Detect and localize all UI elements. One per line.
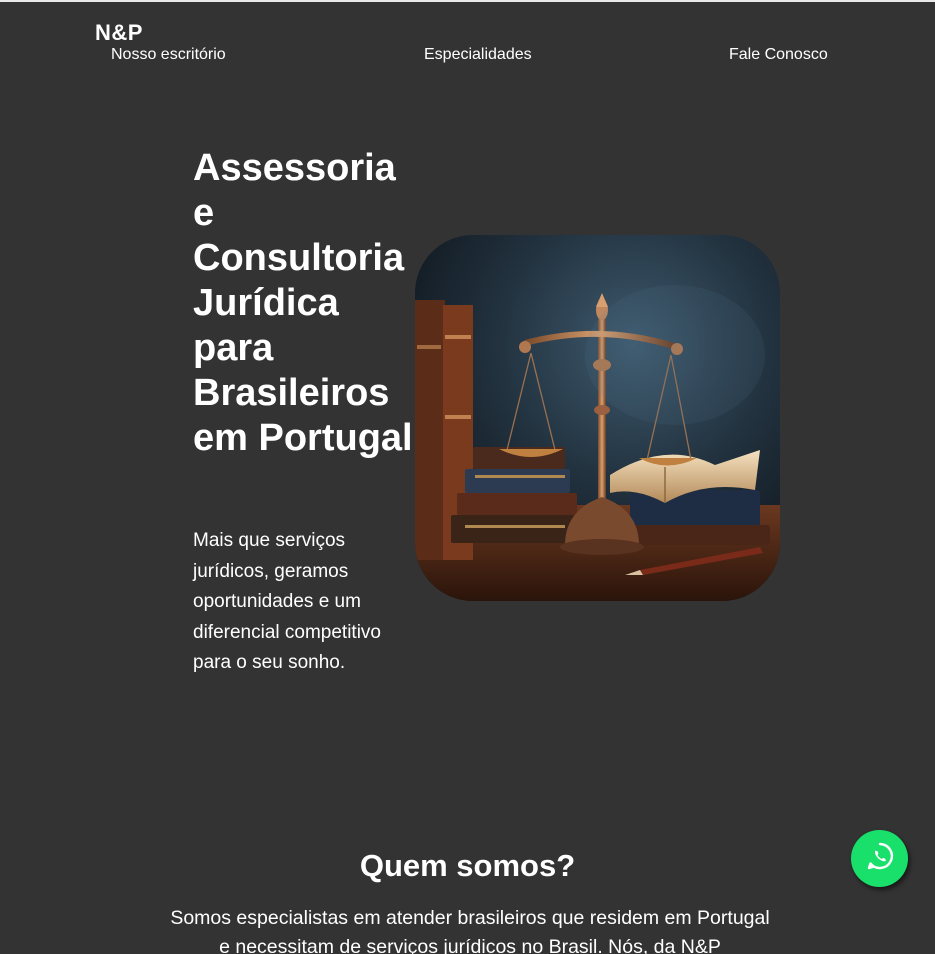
nav-link-especialidades[interactable]: Especialidades: [424, 46, 532, 64]
whatsapp-icon: [865, 841, 895, 876]
site-logo[interactable]: N&P: [95, 20, 143, 46]
page: N&P Nosso escritório Especialidades Fale…: [0, 0, 935, 954]
section-title-quem-somos: Quem somos?: [359, 848, 576, 883]
scales-of-justice-image: [415, 235, 780, 601]
about-text: Somos especialistas em atender brasileir…: [170, 907, 770, 954]
whatsapp-button[interactable]: [851, 830, 908, 887]
hero-subtitle: Mais que serviços jurídicos, geramos opo…: [193, 530, 381, 673]
nav-link-fale-conosco[interactable]: Fale Conosco: [729, 46, 828, 64]
hero-title: Assessoria e Consultoria Jurídica para B…: [193, 147, 413, 459]
nav-link-nosso-escritorio[interactable]: Nosso escritório: [111, 46, 226, 64]
